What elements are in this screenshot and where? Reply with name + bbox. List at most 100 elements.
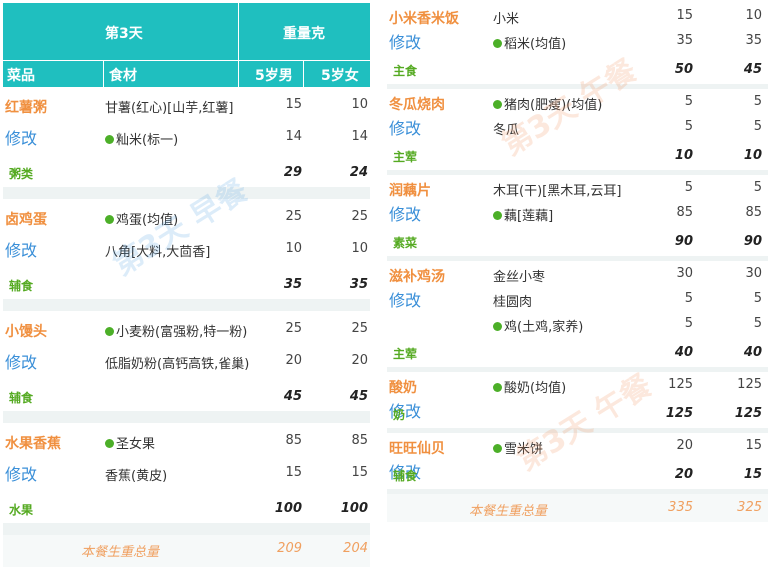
divider: [238, 3, 239, 60]
girl-weight: 35: [745, 33, 762, 48]
boy-weight: 20: [676, 438, 693, 453]
meal-total-label: 本餐生重总量: [81, 545, 160, 560]
boy-weight: 25: [285, 321, 302, 336]
dish-name[interactable]: 水果香蕉: [5, 433, 61, 453]
boy-total: 40: [674, 345, 693, 360]
meal-total-row: 本餐生重总量 209 204: [3, 535, 370, 567]
boy-weight: 35: [676, 33, 693, 48]
ingredient-name: 酸奶(均值): [493, 377, 566, 396]
category-label: 素菜: [393, 236, 418, 250]
boy-weight: 14: [285, 129, 302, 144]
edit-link[interactable]: 修改: [389, 201, 421, 225]
boy-total: 20: [674, 467, 693, 482]
girl-weight: 5: [753, 291, 762, 306]
category-label: 主荤: [393, 347, 418, 361]
girl-weight: 5: [753, 94, 762, 109]
edit-link[interactable]: 修改: [5, 237, 37, 261]
dish-name[interactable]: 旺旺仙贝: [389, 438, 445, 458]
boy-weight: 125: [668, 377, 693, 392]
breakfast-panel: 第3天 重量克 菜品 食材 5岁男 5岁女 红薯粥 修改 甘薯(红心)[山芋,红薯]…: [3, 3, 370, 567]
edit-link[interactable]: 修改: [5, 125, 37, 149]
lunch-panel: 小米香米饭 修改 小米 15 10 稻米(均值) 35 35 主食 50 45 冬瓜烧肉 修改 猪肉(肥瘦…: [387, 3, 768, 564]
divider: [3, 60, 370, 61]
day-label: 第3天: [105, 26, 143, 42]
ingredient-label: 圣女果: [116, 437, 156, 452]
category-label: 奶: [393, 408, 406, 422]
edit-link[interactable]: 修改: [389, 287, 421, 311]
ingredient-label: 香蕉(黄皮): [105, 469, 168, 484]
green-dot-icon: [105, 439, 114, 448]
divider: [103, 60, 104, 87]
col-boy: 5岁男: [255, 68, 293, 84]
green-dot-icon: [105, 215, 114, 224]
ingredient-name: 圣女果: [105, 433, 155, 452]
boy-weight: 15: [285, 465, 302, 480]
green-dot-icon: [493, 322, 502, 331]
boy-weight: 30: [676, 266, 693, 281]
ingredient-name: 低脂奶粉(高钙高铁,雀巢): [105, 353, 249, 372]
divider: [238, 60, 239, 87]
girl-total: 100: [340, 501, 368, 516]
edit-link[interactable]: 修改: [389, 115, 421, 139]
boy-weight: 10: [285, 241, 302, 256]
boy-weight: 20: [285, 353, 302, 368]
green-dot-icon: [493, 444, 502, 453]
meal-total-girl: 325: [737, 500, 762, 515]
dish-name[interactable]: 冬瓜烧肉: [389, 94, 445, 114]
girl-weight: 10: [351, 241, 368, 256]
meal-total-label: 本餐生重总量: [469, 504, 548, 519]
boy-weight: 5: [684, 94, 693, 109]
girl-weight: 5: [753, 180, 762, 195]
boy-total: 29: [283, 165, 302, 180]
girl-weight: 85: [745, 205, 762, 220]
ingredient-name: 籼米(标一): [105, 129, 178, 148]
boy-weight: 5: [684, 119, 693, 134]
category-label: 粥类: [9, 167, 34, 181]
boy-total: 10: [674, 148, 693, 163]
girl-total: 40: [743, 345, 762, 360]
girl-weight: 20: [351, 353, 368, 368]
ingredient-label: 低脂奶粉(高钙高铁,雀巢): [105, 357, 250, 372]
ingredient-name: 小米: [493, 8, 519, 27]
girl-total: 10: [743, 148, 762, 163]
meal-total-boy: 209: [277, 541, 302, 556]
girl-weight: 125: [737, 377, 762, 392]
dish-name[interactable]: 红薯粥: [5, 97, 47, 117]
dish-group: 滋补鸡汤 修改 金丝小枣 30 30 桂圆肉 5 5 鸡(土鸡,家养) 5 5 主荤 40 40: [387, 261, 768, 367]
row-gap: [3, 411, 370, 423]
girl-total: 90: [743, 234, 762, 249]
col-ingredient: 食材: [109, 68, 137, 84]
ingredient-label: 木耳(干)[黑木耳,云耳]: [493, 184, 622, 199]
category-label: 辅食: [9, 391, 34, 405]
green-dot-icon: [493, 100, 502, 109]
meal-total-row: 本餐生重总量 335 325: [387, 494, 768, 522]
boy-weight: 5: [684, 291, 693, 306]
girl-total: 45: [743, 62, 762, 77]
dish-name[interactable]: 小馒头: [5, 321, 47, 341]
row-gap: [3, 299, 370, 311]
boy-weight: 5: [684, 316, 693, 331]
girl-weight: 25: [351, 209, 368, 224]
boy-total: 35: [283, 277, 302, 292]
ingredient-label: 金丝小枣: [493, 270, 546, 285]
category-label: 主食: [393, 64, 418, 78]
dish-name[interactable]: 卤鸡蛋: [5, 209, 47, 229]
girl-total: 45: [349, 389, 368, 404]
edit-link[interactable]: 修改: [389, 29, 421, 53]
ingredient-label: 桂圆肉: [493, 295, 533, 310]
ingredient-label: 稻米(均值): [504, 37, 567, 52]
dish-name[interactable]: 酸奶: [389, 377, 417, 397]
dish-name[interactable]: 滋补鸡汤: [389, 266, 445, 286]
edit-link[interactable]: 修改: [5, 461, 37, 485]
ingredient-name: 香蕉(黄皮): [105, 465, 167, 484]
edit-link[interactable]: 修改: [5, 349, 37, 373]
green-dot-icon: [105, 327, 114, 336]
green-dot-icon: [493, 383, 502, 392]
row-gap: [3, 523, 370, 535]
ingredient-name: 鸡(土鸡,家养): [493, 316, 583, 335]
dish-name[interactable]: 润藕片: [389, 180, 431, 200]
girl-total: 24: [349, 165, 368, 180]
meal-total-boy: 335: [668, 500, 693, 515]
dish-name[interactable]: 小米香米饭: [389, 8, 459, 28]
ingredient-name: 木耳(干)[黑木耳,云耳]: [493, 180, 621, 199]
